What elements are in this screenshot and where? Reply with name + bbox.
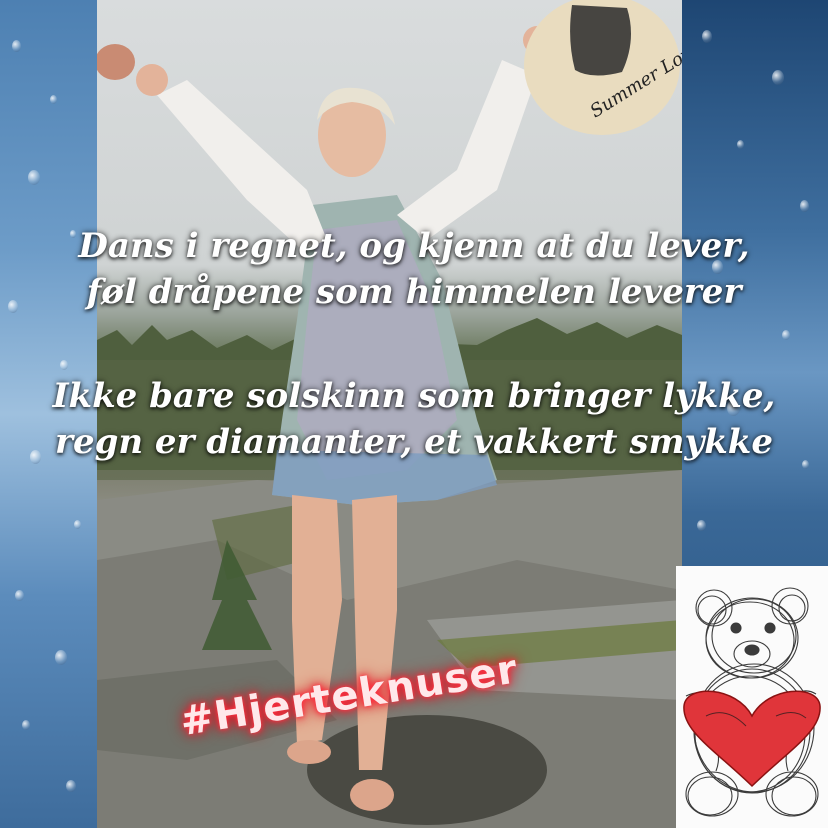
rain-drop [737, 140, 744, 149]
poem-line: Dans i regnet, og kjenn at du lever, [78, 226, 750, 266]
rain-drop [28, 170, 40, 185]
rain-drop [782, 330, 790, 340]
teddy-bear-sketch-icon [683, 587, 821, 817]
rain-drop [800, 200, 809, 212]
rain-drop [12, 40, 21, 52]
rain-drop [702, 30, 712, 43]
rain-drop [697, 520, 706, 531]
red-heart-icon [683, 690, 821, 788]
rain-drop [60, 360, 68, 370]
rain-drop [772, 70, 784, 85]
poem-line: Ikke bare solskinn som bringer lykke, [52, 376, 776, 416]
poem-line: regn er diamanter, et vakkert smykke [55, 422, 773, 462]
rain-drop [50, 95, 57, 104]
rain-drop [15, 590, 24, 601]
rain-drop [55, 650, 67, 665]
poem-line: føl dråpene som himmelen leverer [86, 272, 742, 312]
rain-drop [66, 780, 76, 792]
rain-drop [74, 520, 81, 529]
teddy-bear-image [676, 566, 828, 828]
rain-drop [22, 720, 30, 730]
